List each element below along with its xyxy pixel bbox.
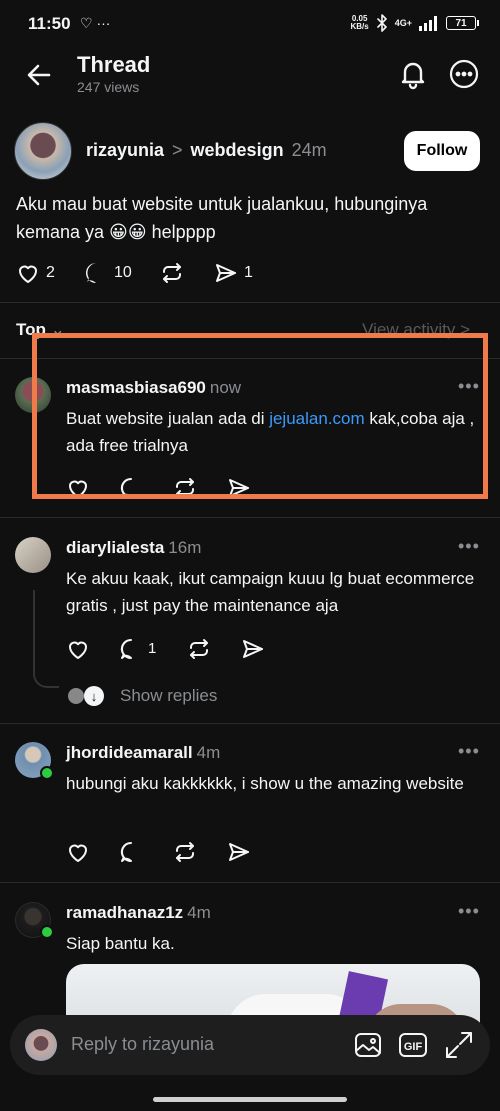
divider — [0, 302, 500, 303]
avatar[interactable] — [14, 122, 72, 180]
comment-actions — [66, 840, 366, 864]
thread-curve — [33, 668, 59, 688]
comment-text: Ke akuu kaak, ikut campaign kuuu lg buat… — [66, 569, 475, 615]
status-right: 0.05 KB/s 4G+ 71 — [351, 14, 479, 32]
divider — [0, 517, 500, 518]
post-username[interactable]: rizayunia — [86, 140, 164, 161]
arrow-down-icon: ↓ — [84, 686, 104, 706]
mini-avatar — [66, 686, 86, 706]
comment-actions: 1 — [66, 637, 366, 661]
divider — [0, 882, 500, 883]
comment-text: hubungi aku kakkkkkk, i show u the amazi… — [66, 774, 464, 793]
post-actions: 2 10 1 — [16, 261, 496, 285]
like-button[interactable]: 2 — [16, 261, 55, 285]
network-speed: 0.05 KB/s — [351, 15, 369, 31]
thread-header: Thread 247 views — [0, 48, 500, 108]
signal-icon — [419, 16, 437, 31]
comment-icon[interactable] — [119, 840, 143, 864]
comment-text: Siap bantu ka. — [66, 934, 175, 953]
expand-icon[interactable] — [443, 1029, 475, 1061]
view-count: 247 views — [77, 79, 140, 95]
chevron-right-icon: > — [172, 140, 183, 160]
follow-button[interactable]: Follow — [404, 131, 480, 171]
reply-bar[interactable]: Reply to rizayunia GIF — [10, 1015, 490, 1075]
post-text: Aku mau buat website untuk jualankuu, hu… — [16, 194, 428, 242]
comment-more-icon[interactable]: ••• — [458, 536, 480, 557]
repost-button[interactable] — [160, 261, 184, 285]
network-speed-unit: KB/s — [350, 22, 369, 31]
show-replies-button[interactable]: ↓ Show replies — [66, 684, 217, 708]
more-options-icon[interactable] — [447, 57, 481, 91]
send-icon[interactable] — [241, 637, 265, 661]
heart-icon[interactable] — [66, 637, 90, 661]
online-indicator — [40, 766, 54, 780]
status-notification-icons: ♡ ··· — [80, 15, 111, 31]
thread-line — [33, 590, 35, 668]
repost-icon[interactable] — [173, 840, 197, 864]
battery-icon: 71 — [446, 16, 479, 30]
svg-text:GIF: GIF — [404, 1041, 423, 1053]
comment-button[interactable]: 10 — [84, 261, 132, 285]
comment-author[interactable]: diarylialesta 16m — [66, 538, 201, 558]
online-indicator — [40, 925, 54, 939]
share-button[interactable]: 1 — [214, 261, 253, 285]
bluetooth-icon — [376, 14, 387, 32]
comment-more-icon[interactable]: ••• — [458, 741, 480, 762]
like-count: 2 — [46, 264, 55, 281]
comment-username[interactable]: ramadhanaz1z — [66, 903, 183, 922]
battery-level: 71 — [455, 17, 467, 29]
comment-count: 10 — [114, 264, 132, 281]
send-icon — [216, 264, 236, 282]
highlight-box — [32, 333, 488, 499]
comment-username[interactable]: jhordideamarall — [66, 743, 193, 762]
post-meta: rizayunia > webdesign 24m — [86, 140, 327, 161]
repost-icon[interactable] — [187, 637, 211, 661]
comment-time: 4m — [196, 743, 221, 762]
send-icon[interactable] — [227, 840, 251, 864]
repost-icon — [163, 263, 181, 283]
comment-time: 4m — [187, 903, 211, 922]
home-indicator[interactable] — [153, 1097, 347, 1102]
heart-icon — [19, 265, 37, 283]
post-time: 24m — [291, 140, 327, 160]
post-community[interactable]: webdesign — [191, 140, 284, 161]
comment-verified-icon — [86, 263, 102, 283]
page-title: Thread — [77, 52, 151, 77]
back-arrow-icon[interactable] — [22, 58, 56, 92]
show-replies-label: Show replies — [120, 686, 218, 705]
gif-icon[interactable]: GIF — [397, 1029, 429, 1061]
bell-icon[interactable] — [396, 57, 430, 91]
share-count: 1 — [244, 264, 253, 281]
comment-time: 16m — [168, 538, 202, 557]
divider — [0, 723, 500, 724]
avatar — [25, 1029, 57, 1061]
status-bar: 11:50 ♡ ··· 0.05 KB/s 4G+ 71 — [0, 0, 500, 48]
reply-count: 1 — [148, 640, 157, 657]
comment-author[interactable]: jhordideamarall 4m — [66, 743, 220, 763]
heart-icon[interactable] — [66, 840, 90, 864]
network-type: 4G+ — [394, 18, 412, 28]
comment-more-icon[interactable]: ••• — [458, 901, 480, 922]
reply-input[interactable]: Reply to rizayunia — [71, 1034, 214, 1055]
comment-username[interactable]: diarylialesta — [66, 538, 164, 557]
image-icon[interactable] — [352, 1029, 384, 1061]
avatar[interactable] — [15, 537, 51, 573]
comment-icon[interactable] — [119, 637, 143, 661]
comment-author[interactable]: ramadhanaz1z 4m — [66, 903, 211, 923]
status-time: 11:50 — [28, 14, 71, 33]
